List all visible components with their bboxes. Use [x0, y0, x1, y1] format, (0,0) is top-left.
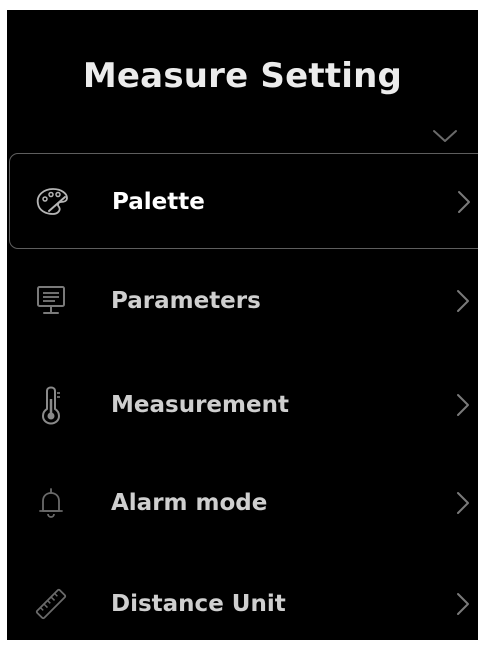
chevron-right-icon	[457, 593, 469, 615]
menu-item-parameters[interactable]: Parameters	[9, 253, 478, 349]
chevron-down-icon[interactable]	[431, 126, 459, 146]
menu-item-label: Parameters	[111, 288, 261, 314]
chevron-right-icon	[457, 492, 469, 514]
menu-item-palette[interactable]: Palette	[9, 153, 478, 249]
chevron-right-icon	[457, 290, 469, 312]
menu-item-measurement[interactable]: Measurement	[9, 357, 478, 453]
chevron-right-icon	[458, 191, 470, 213]
settings-screen: Measure Setting Palette Parameters Measu…	[7, 10, 478, 640]
chevron-right-icon	[457, 394, 469, 416]
bell-icon	[39, 488, 63, 518]
menu-item-alarm-mode[interactable]: Alarm mode	[9, 455, 478, 551]
palette-icon	[36, 188, 68, 215]
menu-item-label: Measurement	[111, 392, 289, 418]
menu-item-distance-unit[interactable]: Distance Unit	[9, 556, 478, 640]
monitor-icon	[37, 286, 65, 314]
thermometer-icon	[42, 386, 60, 425]
menu-item-label: Distance Unit	[111, 591, 286, 617]
menu-item-label: Alarm mode	[111, 490, 268, 516]
page-title: Measure Setting	[82, 56, 403, 96]
menu-item-label: Palette	[112, 189, 205, 215]
ruler-icon	[35, 588, 67, 620]
